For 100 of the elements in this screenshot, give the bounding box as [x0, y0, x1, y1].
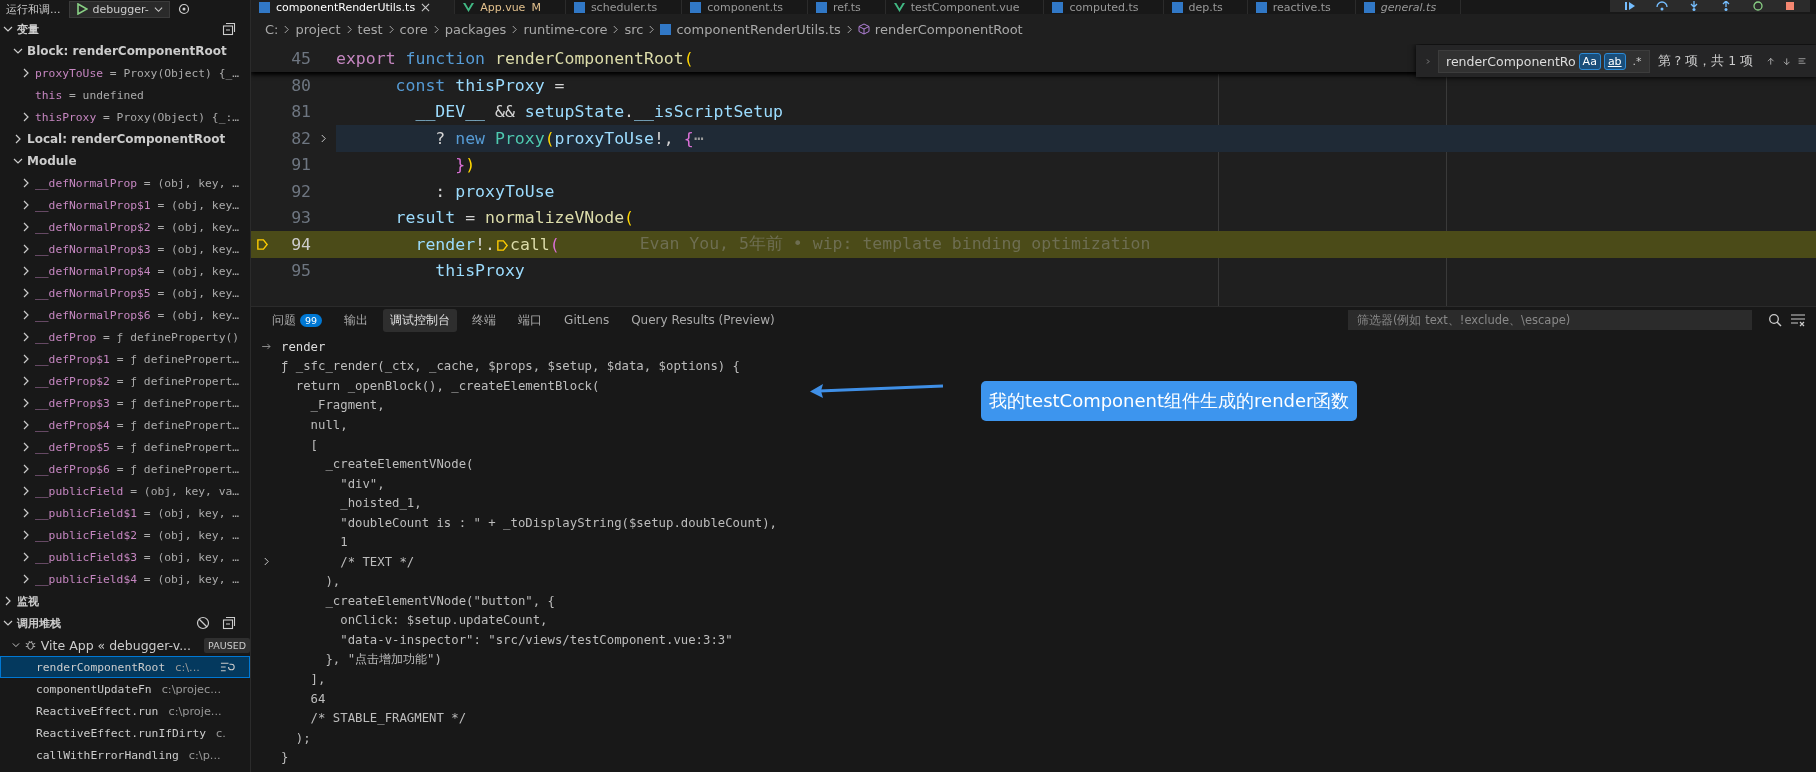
typescript-file-icon	[816, 1, 828, 13]
panel-tab[interactable]: GitLens	[557, 310, 617, 330]
editor-tab[interactable]: testComponent.vue	[885, 0, 1045, 14]
variable-row[interactable]: __defNormalProp = (obj, key, …	[0, 172, 250, 194]
editor-tab[interactable]: ref.ts	[808, 0, 886, 14]
inline-breakpoint-icon[interactable]	[495, 238, 509, 252]
panel-tab[interactable]: 调试控制台	[383, 308, 458, 332]
variable-row[interactable]: __publicField = (obj, key, va…	[0, 480, 250, 502]
variable-row[interactable]: __defNormalProp$2 = (obj, key…	[0, 216, 250, 238]
breadcrumb-item[interactable]: project	[295, 21, 341, 37]
variable-row[interactable]: __defNormalProp$4 = (obj, key…	[0, 260, 250, 282]
variable-row[interactable]: __defNormalProp$1 = (obj, key…	[0, 194, 250, 216]
step-out-icon[interactable]	[1720, 1, 1732, 11]
variable-row[interactable]: this = undefined	[0, 84, 250, 106]
stack-frame-row[interactable]: renderComponentRoot c:\...	[0, 656, 250, 678]
editor-tab[interactable]: scheduler.ts	[565, 0, 683, 14]
step-into-icon[interactable]	[1688, 1, 1700, 11]
collapse-all-icon[interactable]	[222, 616, 236, 630]
variable-row[interactable]: __defProp$4 = ƒ definePropert…	[0, 414, 250, 436]
cube-icon	[857, 23, 870, 35]
variable-row[interactable]: __publicField$1 = (obj, key, …	[0, 502, 250, 524]
editor-tab[interactable]: App.vue M	[455, 0, 566, 14]
stack-frame-row[interactable]: componentUpdateFn c:\projec...	[0, 678, 250, 700]
debug-config-dropdown[interactable]: debugger-	[68, 0, 170, 18]
sidebar-title: 运行和调...	[6, 1, 61, 17]
filter-field[interactable]: 筛选器(例如 text、!exclude、\escape)	[1348, 310, 1752, 330]
breadcrumb-item[interactable]: renderComponentRoot	[874, 21, 1023, 37]
variable-row[interactable]: proxyToUse = Proxy(Object) {_…	[0, 62, 250, 84]
breadcrumb-item[interactable]: runtime-core	[523, 21, 608, 37]
console-output-text: _createElementVNode(	[324, 457, 474, 472]
stack-frame-row[interactable]: callWithErrorHandling c:\p...	[0, 744, 250, 766]
find-option-toggle[interactable]: .*	[1628, 52, 1646, 70]
panel-tab[interactable]: 终端	[465, 308, 504, 332]
restart-icon[interactable]	[1752, 1, 1764, 11]
variable-row[interactable]: __defNormalProp$5 = (obj, key…	[0, 282, 250, 304]
panel-tab[interactable]: 端口	[511, 308, 550, 332]
variable-row[interactable]: __defProp$5 = ƒ definePropert…	[0, 436, 250, 458]
chevron-down-icon	[12, 640, 20, 650]
input-arrow-icon	[261, 343, 271, 351]
line-number: 92	[290, 181, 311, 201]
editor-tab[interactable]: general.ts	[1355, 0, 1462, 14]
editor-tab[interactable]: component.ts	[682, 0, 809, 14]
breadcrumb-item[interactable]: test	[357, 21, 383, 37]
variable-row[interactable]: __defProp$6 = ƒ definePropert…	[0, 458, 250, 480]
variable-row[interactable]: thisProxy = Proxy(Object) {_:…	[0, 106, 250, 128]
scope-row[interactable]: Local: renderComponentRoot	[0, 128, 250, 150]
disable-breakpoints-icon[interactable]	[196, 616, 210, 630]
step-over-icon[interactable]	[1656, 1, 1668, 11]
variable-row[interactable]: __defProp = ƒ defineProperty()	[0, 326, 250, 348]
settings-icon[interactable]	[177, 3, 190, 15]
clear-console-icon[interactable]	[1790, 313, 1806, 327]
variable-row[interactable]: __publicField$4 = (obj, key, …	[0, 568, 250, 590]
panel-tab[interactable]: Query Results (Preview)	[624, 310, 782, 330]
scope-row[interactable]: Block: renderComponentRoot	[0, 40, 250, 62]
continue-icon[interactable]	[1624, 1, 1636, 11]
breadcrumb-item[interactable]: componentRenderUtils.ts	[676, 21, 841, 37]
find-input[interactable]: renderComponentRo Aa ab .*	[1438, 49, 1650, 73]
stop-icon[interactable]	[1784, 1, 1796, 11]
collapse-all-icon[interactable]	[222, 22, 236, 36]
chevron-right-icon[interactable]	[262, 557, 270, 567]
variable-row[interactable]: __defProp$1 = ƒ definePropert…	[0, 348, 250, 370]
editor-tab[interactable]: reactive.ts	[1247, 0, 1356, 14]
stack-frame-row[interactable]: ReactiveEffect.run c:\proje...	[0, 700, 250, 722]
console-output-text: /* STABLE_FRAGMENT */	[309, 711, 467, 726]
variable-row[interactable]: __defNormalProp$6 = (obj, key…	[0, 304, 250, 326]
stack-frame-row[interactable]: ReactiveEffect.runIfDirty c.	[0, 722, 250, 744]
section-header[interactable]: 变量	[0, 18, 250, 40]
chevron-down-icon	[3, 618, 13, 628]
search-icon[interactable]	[1768, 313, 1782, 327]
debug-session-row[interactable]: Vite App « debugger-v... PAUSED	[0, 634, 250, 656]
chevron-right-icon[interactable]	[320, 133, 327, 143]
variable-row[interactable]: __publicField$2 = (obj, key, …	[0, 524, 250, 546]
start-debugging-icon[interactable]	[75, 3, 88, 15]
console-output-text: 64	[309, 691, 326, 706]
scope-row[interactable]: Module	[0, 150, 250, 172]
section-header[interactable]: 调用堆栈	[0, 612, 250, 634]
variable-row[interactable]: __defNormalProp$3 = (obj, key…	[0, 238, 250, 260]
find-option-toggle[interactable]: ab	[1603, 52, 1626, 70]
close-icon[interactable]	[421, 2, 431, 12]
panel-tab[interactable]: 问题 99	[265, 308, 330, 332]
variable-row[interactable]: __publicField$3 = (obj, key, …	[0, 546, 250, 568]
breadcrumb-item[interactable]: packages	[444, 21, 507, 37]
git-blame-annotation: Evan You, 5年前 • wip: template binding optimization	[639, 233, 1151, 256]
menu-icon[interactable]	[1798, 55, 1806, 67]
status-badge: PAUSED	[204, 637, 250, 653]
breadcrumb-item[interactable]: src	[624, 21, 644, 37]
chevron-right-icon	[283, 24, 291, 34]
editor-tab[interactable]: componentRenderUtils.ts	[251, 0, 456, 14]
variable-row[interactable]: __defProp$3 = ƒ definePropert…	[0, 392, 250, 414]
variable-row[interactable]: __defProp$2 = ƒ definePropert…	[0, 370, 250, 392]
restart-frame-icon[interactable]	[219, 661, 235, 673]
find-option-toggle[interactable]: Aa	[1578, 52, 1601, 70]
editor-tab[interactable]: computed.ts	[1044, 0, 1164, 14]
section-header[interactable]: 监视	[0, 590, 250, 612]
breadcrumb-item[interactable]: core	[399, 21, 428, 37]
panel-tab[interactable]: 输出	[337, 308, 376, 332]
typescript-file-icon	[1363, 1, 1375, 13]
breakpoint-arrow-icon	[255, 237, 269, 251]
breadcrumb-item[interactable]: C:	[265, 21, 279, 37]
editor-tab[interactable]: dep.ts	[1163, 0, 1248, 14]
